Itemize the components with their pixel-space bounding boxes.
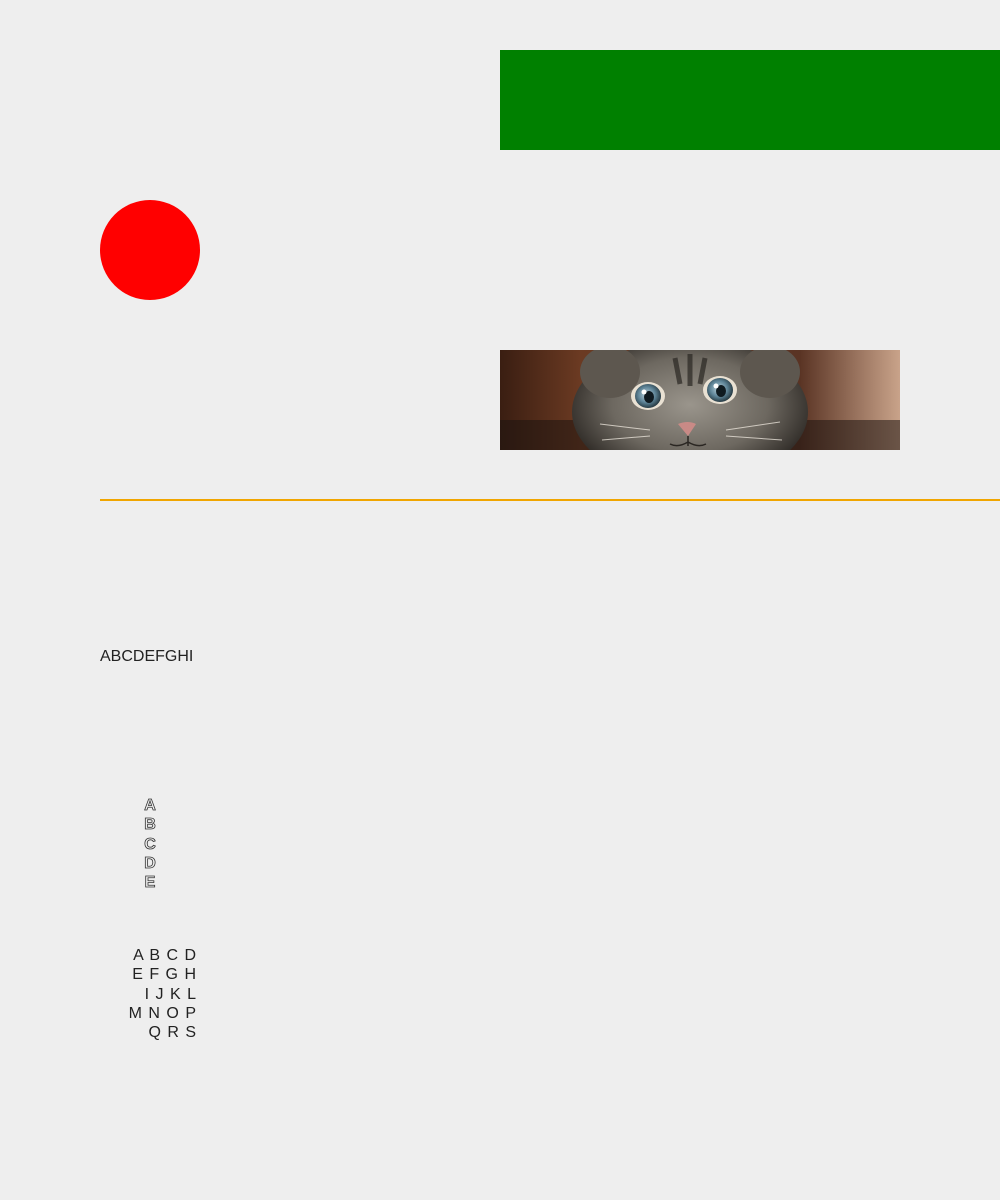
kitten-image [500,350,900,450]
vertical-letter: C [144,835,156,853]
vertical-letter: B [144,816,156,834]
alphabet-text: ABCDEFGHI [100,648,194,665]
vertical-letter-column: A B C D E [130,796,170,892]
letter-grid-row: Q R S [148,1024,196,1042]
vertical-letter: E [144,874,156,892]
vertical-letter: D [144,854,156,872]
red-circle [100,200,200,300]
letter-grid-row: E F G H [132,966,196,984]
green-rectangle [500,50,1000,150]
vertical-letter: A [144,797,156,815]
letter-grid-row: A B C D [133,947,196,964]
letter-grid: A B C D E F G H I J K L M N O P Q R S [100,946,200,1042]
letter-grid-row: M N O P [128,1004,196,1022]
letter-grid-row: I J K L [144,985,196,1003]
orange-horizontal-rule [100,499,1000,501]
